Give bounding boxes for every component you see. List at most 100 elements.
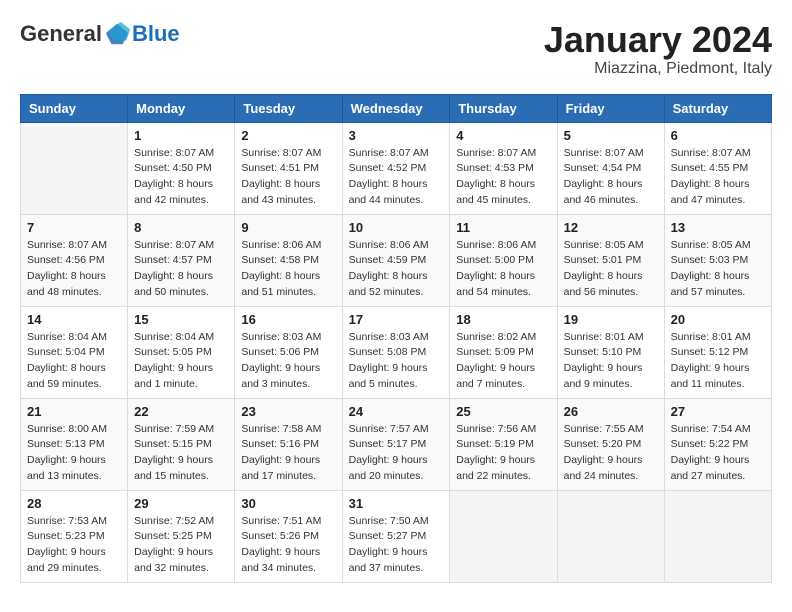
day-info: Sunrise: 8:03 AMSunset: 5:08 PMDaylight:… xyxy=(349,330,444,393)
calendar-cell: 6Sunrise: 8:07 AMSunset: 4:55 PMDaylight… xyxy=(664,122,771,214)
day-number: 14 xyxy=(27,312,121,327)
day-number: 10 xyxy=(349,220,444,235)
day-number: 26 xyxy=(564,404,658,419)
day-number: 11 xyxy=(456,220,550,235)
calendar-cell: 4 Sunrise: 8:07 AMSunset: 4:53 PMDaylight… xyxy=(450,122,557,214)
day-number: 5 xyxy=(564,128,658,143)
day-number: 27 xyxy=(671,404,765,419)
day-info: Sunrise: 8:03 AMSunset: 5:06 PMDaylight:… xyxy=(241,330,335,393)
weekday-header: Monday xyxy=(128,94,235,122)
calendar-cell: 28 Sunrise: 7:53 AMSunset: 5:23 PMDayligh… xyxy=(21,490,128,582)
day-info: Sunrise: 8:07 AMSunset: 4:56 PMDaylight:… xyxy=(27,238,121,301)
weekday-header-row: SundayMondayTuesdayWednesdayThursdayFrid… xyxy=(21,94,772,122)
location-title: Miazzina, Piedmont, Italy xyxy=(544,60,772,78)
calendar-cell: 21 Sunrise: 8:00 AMSunset: 5:13 PMDayligh… xyxy=(21,398,128,490)
day-info: Sunrise: 8:00 AMSunset: 5:13 PMDaylight:… xyxy=(27,422,121,485)
calendar-cell: 15Sunrise: 8:04 AMSunset: 5:05 PMDayligh… xyxy=(128,306,235,398)
calendar-cell: 16 Sunrise: 8:03 AMSunset: 5:06 PMDayligh… xyxy=(235,306,342,398)
calendar-cell: 3 Sunrise: 8:07 AMSunset: 4:52 PMDaylight… xyxy=(342,122,450,214)
day-info: Sunrise: 7:57 AMSunset: 5:17 PMDaylight:… xyxy=(349,422,444,485)
calendar-cell: 19 Sunrise: 8:01 AMSunset: 5:10 PMDayligh… xyxy=(557,306,664,398)
calendar-cell: 1Sunrise: 8:07 AMSunset: 4:50 PMDaylight… xyxy=(128,122,235,214)
calendar-cell xyxy=(664,490,771,582)
calendar-cell xyxy=(450,490,557,582)
day-info: Sunrise: 7:56 AMSunset: 5:19 PMDaylight:… xyxy=(456,422,550,485)
calendar-cell: 17 Sunrise: 8:03 AMSunset: 5:08 PMDayligh… xyxy=(342,306,450,398)
day-info: Sunrise: 8:01 AMSunset: 5:10 PMDaylight:… xyxy=(564,330,658,393)
calendar-cell: 5 Sunrise: 8:07 AMSunset: 4:54 PMDaylight… xyxy=(557,122,664,214)
day-info: Sunrise: 8:06 AMSunset: 4:58 PMDaylight:… xyxy=(241,238,335,301)
calendar-row: 7Sunrise: 8:07 AMSunset: 4:56 PMDaylight… xyxy=(21,214,772,306)
day-info: Sunrise: 8:07 AMSunset: 4:54 PMDaylight:… xyxy=(564,146,658,209)
day-number: 1 xyxy=(134,128,228,143)
month-title: January 2024 xyxy=(544,20,772,60)
logo-icon xyxy=(104,20,132,48)
day-info: Sunrise: 8:06 AMSunset: 5:00 PMDaylight:… xyxy=(456,238,550,301)
day-number: 12 xyxy=(564,220,658,235)
day-number: 31 xyxy=(349,496,444,511)
day-info: Sunrise: 7:59 AMSunset: 5:15 PMDaylight:… xyxy=(134,422,228,485)
logo-general-text: General xyxy=(20,21,102,47)
day-number: 2 xyxy=(241,128,335,143)
calendar-row: 14 Sunrise: 8:04 AMSunset: 5:04 PMDayligh… xyxy=(21,306,772,398)
weekday-header: Saturday xyxy=(664,94,771,122)
calendar-cell: 7Sunrise: 8:07 AMSunset: 4:56 PMDaylight… xyxy=(21,214,128,306)
day-info: Sunrise: 7:53 AMSunset: 5:23 PMDaylight:… xyxy=(27,514,121,577)
day-number: 17 xyxy=(349,312,444,327)
calendar-row: 21 Sunrise: 8:00 AMSunset: 5:13 PMDayligh… xyxy=(21,398,772,490)
page-header: General Blue January 2024 Miazzina, Pied… xyxy=(20,20,772,78)
day-info: Sunrise: 7:54 AMSunset: 5:22 PMDaylight:… xyxy=(671,422,765,485)
weekday-header: Wednesday xyxy=(342,94,450,122)
day-number: 30 xyxy=(241,496,335,511)
day-info: Sunrise: 8:07 AMSunset: 4:52 PMDaylight:… xyxy=(349,146,444,209)
calendar-cell: 14 Sunrise: 8:04 AMSunset: 5:04 PMDayligh… xyxy=(21,306,128,398)
day-number: 9 xyxy=(241,220,335,235)
day-number: 28 xyxy=(27,496,121,511)
day-info: Sunrise: 8:06 AMSunset: 4:59 PMDaylight:… xyxy=(349,238,444,301)
day-number: 18 xyxy=(456,312,550,327)
title-block: January 2024 Miazzina, Piedmont, Italy xyxy=(544,20,772,78)
day-number: 15 xyxy=(134,312,228,327)
day-info: Sunrise: 8:02 AMSunset: 5:09 PMDaylight:… xyxy=(456,330,550,393)
calendar-cell: 26 Sunrise: 7:55 AMSunset: 5:20 PMDayligh… xyxy=(557,398,664,490)
day-info: Sunrise: 7:55 AMSunset: 5:20 PMDaylight:… xyxy=(564,422,658,485)
calendar-cell: 9 Sunrise: 8:06 AMSunset: 4:58 PMDaylight… xyxy=(235,214,342,306)
day-number: 29 xyxy=(134,496,228,511)
calendar-cell: 2 Sunrise: 8:07 AMSunset: 4:51 PMDaylight… xyxy=(235,122,342,214)
day-number: 16 xyxy=(241,312,335,327)
calendar-cell xyxy=(557,490,664,582)
day-info: Sunrise: 8:05 AMSunset: 5:03 PMDaylight:… xyxy=(671,238,765,301)
day-number: 22 xyxy=(134,404,228,419)
calendar-cell: 20Sunrise: 8:01 AMSunset: 5:12 PMDayligh… xyxy=(664,306,771,398)
day-number: 24 xyxy=(349,404,444,419)
weekday-header: Friday xyxy=(557,94,664,122)
calendar-cell: 12 Sunrise: 8:05 AMSunset: 5:01 PMDayligh… xyxy=(557,214,664,306)
calendar-cell: 22 Sunrise: 7:59 AMSunset: 5:15 PMDayligh… xyxy=(128,398,235,490)
day-number: 4 xyxy=(456,128,550,143)
logo: General Blue xyxy=(20,20,180,48)
day-info: Sunrise: 7:52 AMSunset: 5:25 PMDaylight:… xyxy=(134,514,228,577)
day-info: Sunrise: 7:58 AMSunset: 5:16 PMDaylight:… xyxy=(241,422,335,485)
day-info: Sunrise: 7:51 AMSunset: 5:26 PMDaylight:… xyxy=(241,514,335,577)
calendar-cell: 24 Sunrise: 7:57 AMSunset: 5:17 PMDayligh… xyxy=(342,398,450,490)
day-number: 3 xyxy=(349,128,444,143)
day-info: Sunrise: 8:01 AMSunset: 5:12 PMDaylight:… xyxy=(671,330,765,393)
calendar-cell: 31 Sunrise: 7:50 AMSunset: 5:27 PMDayligh… xyxy=(342,490,450,582)
calendar-cell: 13Sunrise: 8:05 AMSunset: 5:03 PMDayligh… xyxy=(664,214,771,306)
day-info: Sunrise: 8:07 AMSunset: 4:53 PMDaylight:… xyxy=(456,146,550,209)
calendar-cell: 27 Sunrise: 7:54 AMSunset: 5:22 PMDayligh… xyxy=(664,398,771,490)
day-info: Sunrise: 8:07 AMSunset: 4:51 PMDaylight:… xyxy=(241,146,335,209)
day-info: Sunrise: 8:07 AMSunset: 4:55 PMDaylight:… xyxy=(671,146,765,209)
weekday-header: Tuesday xyxy=(235,94,342,122)
calendar-cell: 8Sunrise: 8:07 AMSunset: 4:57 PMDaylight… xyxy=(128,214,235,306)
logo-blue-text: Blue xyxy=(132,21,180,47)
day-info: Sunrise: 7:50 AMSunset: 5:27 PMDaylight:… xyxy=(349,514,444,577)
day-info: Sunrise: 8:05 AMSunset: 5:01 PMDaylight:… xyxy=(564,238,658,301)
day-number: 21 xyxy=(27,404,121,419)
day-number: 19 xyxy=(564,312,658,327)
day-number: 25 xyxy=(456,404,550,419)
day-info: Sunrise: 8:07 AMSunset: 4:57 PMDaylight:… xyxy=(134,238,228,301)
calendar-cell: 30 Sunrise: 7:51 AMSunset: 5:26 PMDayligh… xyxy=(235,490,342,582)
calendar-cell: 11 Sunrise: 8:06 AMSunset: 5:00 PMDayligh… xyxy=(450,214,557,306)
day-info: Sunrise: 8:04 AMSunset: 5:04 PMDaylight:… xyxy=(27,330,121,393)
